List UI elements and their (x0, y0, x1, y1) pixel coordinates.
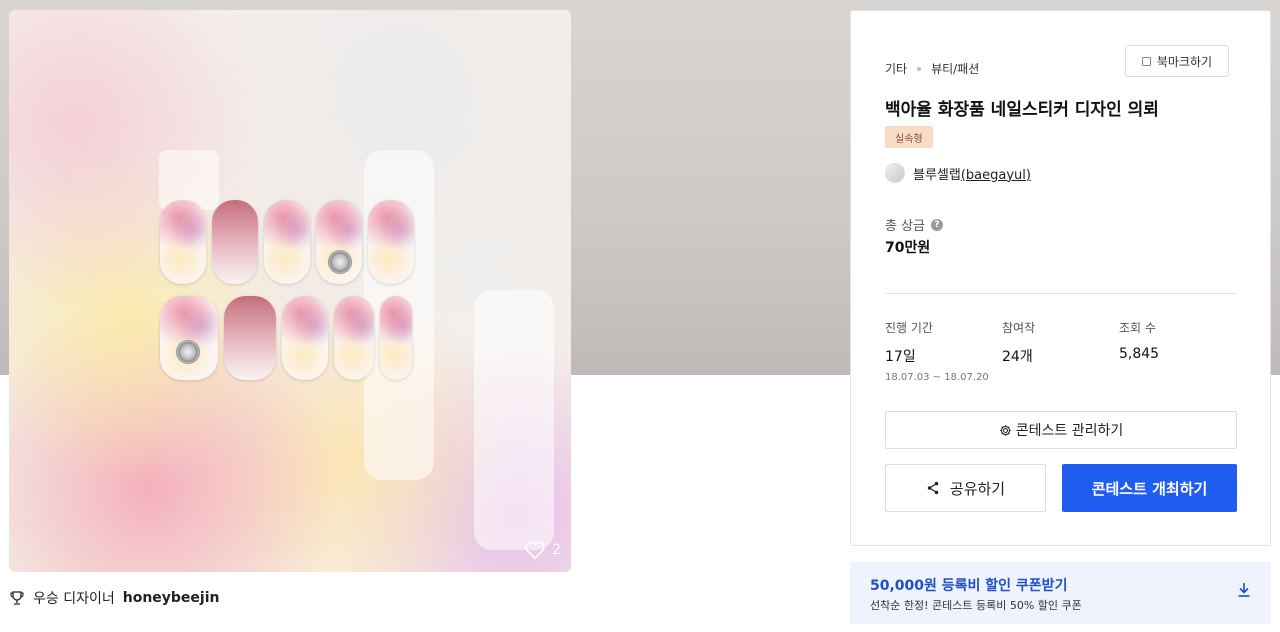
stat-period: 진행 기간 17일 18.07.03 ~ 18.07.20 (885, 319, 989, 383)
divider (885, 293, 1237, 294)
nail-sticker-row (160, 296, 412, 380)
gem-decoration (176, 340, 200, 364)
nail-sticker (224, 296, 276, 380)
nail-sticker (334, 296, 374, 380)
bookmark-button[interactable]: 북마크하기 (1125, 45, 1229, 77)
breadcrumb: 기타 뷰티/패션 (885, 60, 979, 77)
nail-sticker (380, 296, 412, 380)
stat-dates: 18.07.03 ~ 18.07.20 (885, 372, 989, 383)
host-contest-button[interactable]: 콘테스트 개최하기 (1062, 464, 1237, 512)
stat-label: 진행 기간 (885, 321, 933, 335)
share-icon (927, 481, 939, 495)
contest-info-panel: 기타 뷰티/패션 북마크하기 백아율 화장품 네일스티커 디자인 의뢰 실속형 … (850, 10, 1271, 546)
category-secondary[interactable]: 뷰티/패션 (931, 60, 979, 77)
stat-label: 조회 수 (1119, 321, 1156, 335)
nail-sticker (264, 200, 310, 284)
separator-dot (917, 66, 922, 71)
host-info[interactable]: 블루셀랩(baegayul) (885, 163, 1031, 183)
gem-decoration (328, 250, 352, 274)
stat-value: 24개 (1002, 349, 1033, 365)
winner-name[interactable]: honeybeejin (123, 590, 220, 606)
nail-sticker (368, 200, 414, 284)
contest-title: 백아율 화장품 네일스티커 디자인 의뢰 (885, 100, 1159, 120)
category-primary[interactable]: 기타 (885, 60, 907, 77)
host-username[interactable]: (baegayul) (961, 168, 1031, 183)
nail-sticker (282, 296, 328, 380)
manage-contest-button[interactable]: 콘테스트 관리하기 (885, 411, 1237, 449)
bottle-decoration (474, 290, 554, 550)
share-button[interactable]: 공유하기 (885, 464, 1046, 512)
nail-sticker (316, 200, 362, 284)
heart-icon (525, 541, 545, 560)
prize-label-text: 총 상금 (885, 219, 926, 234)
download-icon[interactable] (1237, 582, 1251, 598)
contest-winning-image[interactable]: 2 (9, 10, 571, 572)
winner-info: 우승 디자이너 honeybeejin (9, 588, 219, 608)
prize-label: 총 상금 ? (885, 215, 944, 234)
nail-sticker (212, 200, 258, 284)
share-label: 공유하기 (949, 479, 1006, 498)
help-icon[interactable]: ? (931, 218, 944, 231)
stat-entries: 참여작 24개 (1002, 319, 1035, 366)
coupon-banner[interactable]: 50,000원 등록비 할인 쿠폰받기 선착순 한정! 콘테스트 등록비 50%… (850, 562, 1271, 624)
host-name: 블루셀랩 (913, 167, 961, 183)
coupon-subtitle: 선착순 한정! 콘테스트 등록비 50% 할인 쿠폰 (870, 599, 1082, 612)
like-counter[interactable]: 2 (524, 540, 561, 560)
nail-sticker-row (160, 200, 414, 284)
stat-label: 참여작 (1002, 321, 1036, 335)
stat-views: 조회 수 5,845 (1119, 319, 1159, 362)
bookmark-label: 북마크하기 (1156, 54, 1213, 69)
stat-value: 17일 (885, 349, 916, 365)
winner-label: 우승 디자이너 (33, 591, 115, 607)
nail-sticker (160, 296, 218, 380)
gear-icon (999, 424, 1011, 436)
bookmark-icon (1141, 56, 1151, 66)
manage-label: 콘테스트 관리하기 (1015, 423, 1124, 439)
trophy-icon (10, 591, 24, 605)
stat-value: 5,845 (1119, 346, 1160, 362)
likes-count: 2 (552, 542, 561, 558)
contest-type-badge: 실속형 (885, 126, 933, 148)
coupon-title: 50,000원 등록비 할인 쿠폰받기 (870, 578, 1068, 594)
avatar (885, 163, 905, 183)
nail-sticker (160, 200, 206, 284)
prize-value: 70만원 (885, 240, 931, 256)
